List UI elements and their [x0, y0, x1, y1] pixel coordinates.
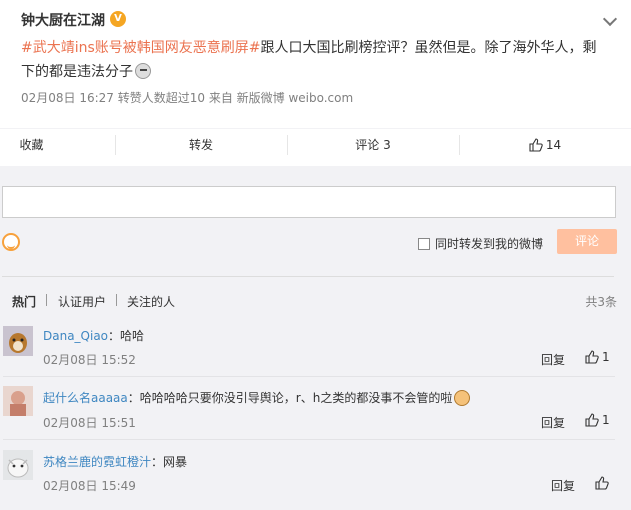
favorite-button[interactable]: 收藏 [0, 129, 63, 161]
avatar[interactable] [3, 386, 33, 416]
reply-button[interactable]: 回复 [541, 414, 565, 431]
tab-following[interactable]: 关注的人 [127, 293, 175, 310]
comment-button[interactable]: 评论 3 [287, 129, 459, 161]
thumbs-up-icon [595, 476, 609, 490]
thumbs-up-icon [585, 413, 599, 427]
comment-like-button[interactable] [595, 476, 612, 490]
comment-like-button[interactable]: 1 [585, 350, 610, 364]
repost-button[interactable]: 转发 [115, 129, 287, 161]
repost-checkbox[interactable] [418, 238, 430, 250]
comment-like-count: 1 [602, 350, 610, 364]
comment-total: 共3条 [585, 295, 617, 309]
post-text: #武大靖ins账号被韩国网友恶意刷屏#跟人口大国比刷榜控评？虽然但是。除了海外华… [21, 36, 601, 84]
comment-item: 起什么名aaaaa：哈哈哈哈只要你没引导舆论，r、h之类的都没事不会管的啦 02… [0, 385, 631, 437]
divider [3, 376, 615, 377]
like-button[interactable]: 14 [459, 129, 631, 161]
divider [3, 439, 615, 440]
comment-like-button[interactable]: 1 [585, 413, 610, 427]
tab-hot[interactable]: 热门 [12, 293, 36, 310]
emoji-face-icon [135, 63, 151, 79]
comment-panel: 同时转发到我的微博 评论 热门 认证用户 关注的人 共3条 Dana_Qiao：… [0, 166, 631, 510]
author-name[interactable]: 钟大厨在江湖 [21, 10, 105, 30]
comment-user-link[interactable]: 起什么名aaaaa [43, 391, 128, 405]
comment-item: 苏格兰鹿的霓虹橙汁：网暴 02月08日 15:49 回复 [0, 450, 631, 502]
reply-button[interactable]: 回复 [541, 351, 565, 368]
comment-time: 02月08日 15:49 [43, 479, 136, 493]
reply-button[interactable]: 回复 [551, 477, 575, 494]
comment-text: ：哈哈哈哈只要你没引导舆论，r、h之类的都没事不会管的啦 [127, 391, 453, 405]
emoji-cat-icon [454, 390, 471, 406]
hashtag-link[interactable]: #武大靖ins账号被韩国网友恶意刷屏# [21, 40, 261, 56]
verified-badge-icon: V [110, 11, 126, 27]
comment-text: ：哈哈 [108, 329, 145, 343]
comment-text-line: Dana_Qiao：哈哈 [43, 327, 144, 344]
comment-submit-button[interactable]: 评论 [557, 229, 617, 254]
comment-text-line: 起什么名aaaaa：哈哈哈哈只要你没引导舆论，r、h之类的都没事不会管的啦 [43, 389, 471, 406]
comment-input[interactable] [2, 186, 616, 218]
repost-checkbox-label[interactable]: 同时转发到我的微博 [435, 235, 543, 252]
divider [46, 294, 47, 306]
tab-verified-users[interactable]: 认证用户 [58, 293, 106, 310]
avatar[interactable] [3, 326, 33, 356]
comment-text: ：网暴 [151, 455, 188, 469]
comment-user-link[interactable]: Dana_Qiao [43, 329, 108, 343]
weibo-post: 钟大厨在江湖 V #武大靖ins账号被韩国网友恶意刷屏#跟人口大国比刷榜控评？虽… [0, 0, 631, 122]
post-meta: 02月08日 16:27 转赞人数超过10 来自 新版微博 weibo.com [21, 91, 354, 105]
like-count: 14 [545, 138, 562, 152]
comment-time: 02月08日 15:52 [43, 353, 136, 367]
thumbs-up-icon [585, 350, 599, 364]
divider [116, 294, 117, 306]
comment-text-line: 苏格兰鹿的霓虹橙汁：网暴 [43, 453, 187, 470]
avatar[interactable] [3, 450, 33, 480]
chevron-down-icon[interactable] [602, 11, 618, 27]
action-bar: 收藏 转发 评论 3 14 [0, 128, 631, 160]
comment-time: 02月08日 15:51 [43, 416, 136, 430]
comment-item: Dana_Qiao：哈哈 02月08日 15:52 回复 1 [0, 323, 631, 375]
thumbs-up-icon [529, 138, 543, 152]
divider [2, 276, 614, 277]
comment-user-link[interactable]: 苏格兰鹿的霓虹橙汁 [43, 455, 151, 469]
comment-like-count: 1 [602, 413, 610, 427]
emoji-picker-icon[interactable] [2, 233, 20, 251]
